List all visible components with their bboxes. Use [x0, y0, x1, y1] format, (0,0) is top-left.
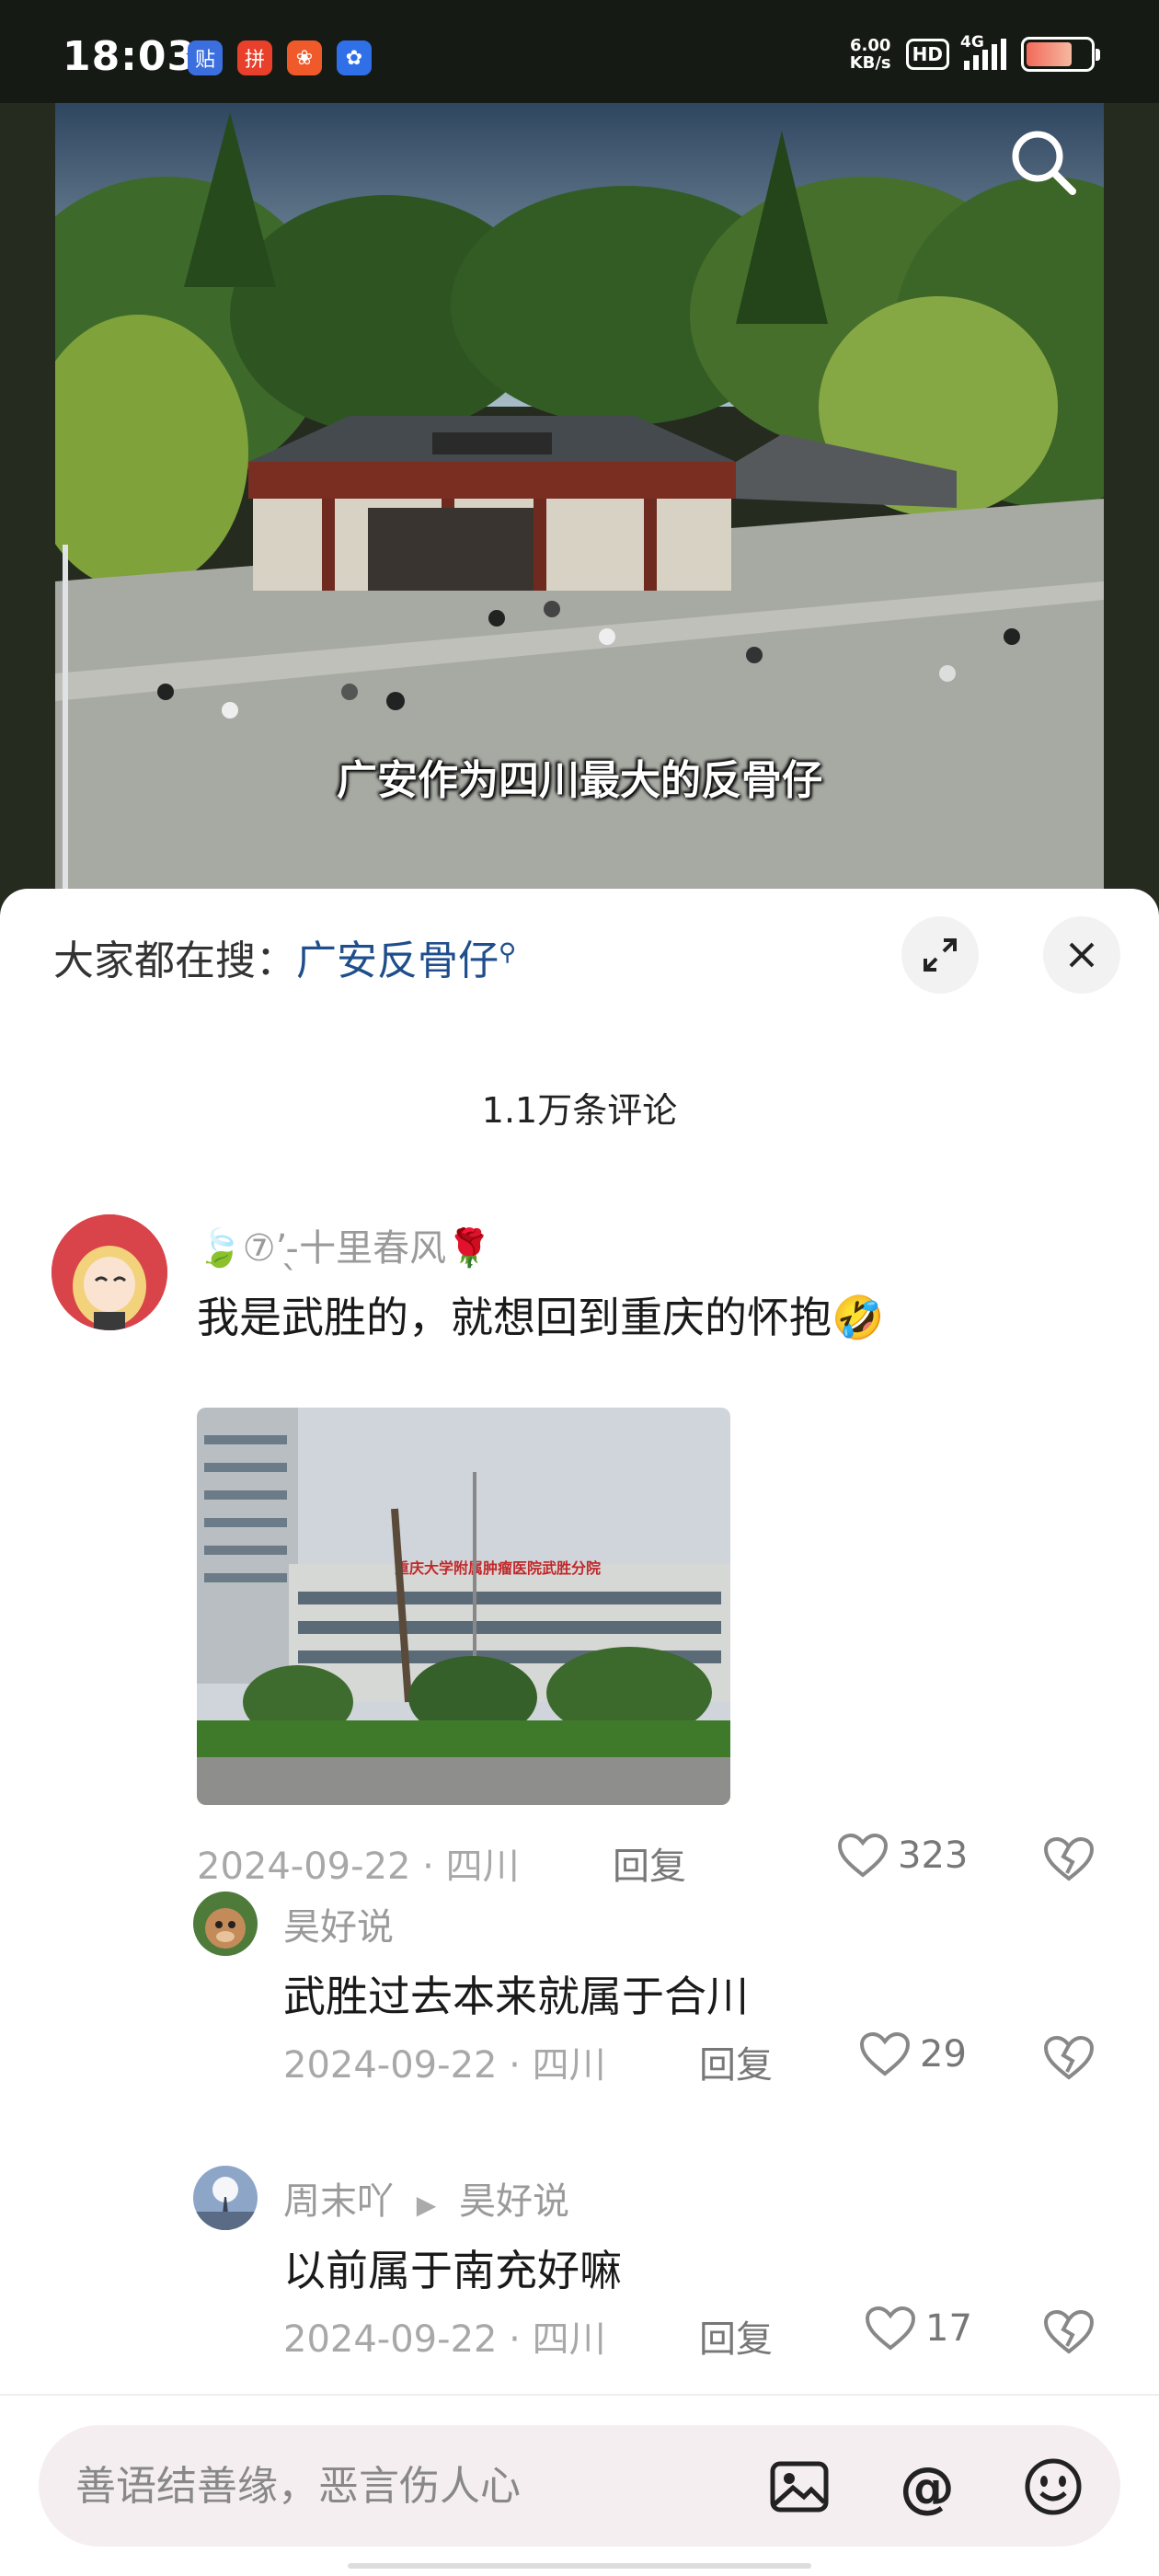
monkey-avatar-illustration	[193, 1892, 258, 1956]
image-picker-button[interactable]	[769, 2456, 830, 2517]
baidu-paw-icon: ✿	[337, 40, 372, 75]
reply-location: 四川	[532, 2044, 606, 2087]
comment-username[interactable]: 🍃⑦’ ̵̖十里春风🌹	[197, 1218, 492, 1271]
broken-heart-icon	[1043, 2035, 1095, 2080]
hospital-building-photo: 重庆大学附属肿瘤医院武胜分院	[197, 1408, 730, 1805]
road-scene-avatar-illustration	[193, 2166, 258, 2230]
net-speed-unit: KB/s	[849, 53, 891, 73]
comment-input-container[interactable]: @	[39, 2425, 1120, 2547]
signal-icon: 4G	[960, 33, 1006, 70]
trending-keyword-link[interactable]: 广安反骨仔	[296, 937, 499, 984]
comment-location: 四川	[445, 1846, 520, 1888]
reply-date: 2024-09-22	[283, 2044, 498, 2087]
comment-date: 2024-09-22	[197, 1846, 411, 1888]
app-store-icon: ❀	[287, 40, 322, 75]
net-speed-value: 6.00	[849, 36, 891, 55]
like-button[interactable]: 323	[837, 1833, 968, 1879]
comment-image[interactable]: 重庆大学附属肿瘤医院武胜分院	[197, 1408, 730, 1805]
net-speed: 6.00 KB/s	[850, 37, 891, 72]
heart-icon	[859, 2031, 911, 2076]
video-player[interactable]: 广安作为四川最大的反骨仔	[0, 103, 1159, 913]
reply-location: 四川	[532, 2318, 606, 2361]
reply-button[interactable]: 回复	[699, 2035, 773, 2088]
reply-meta: 2024-09-22 · 四川	[283, 2318, 606, 2361]
video-search-button[interactable]	[1003, 121, 1085, 204]
close-button[interactable]	[1043, 916, 1120, 994]
broken-heart-icon	[1043, 2309, 1095, 2354]
svg-text:@: @	[900, 2456, 955, 2517]
like-button[interactable]: 17	[865, 2306, 972, 2352]
network-type-label: 4G	[960, 33, 984, 52]
reply-button[interactable]: 回复	[613, 1836, 686, 1890]
like-count: 323	[898, 1834, 969, 1877]
pinduoduo-icon: 拼	[237, 40, 272, 75]
reply-username[interactable]: 周末吖	[283, 2180, 394, 2223]
close-icon	[1069, 942, 1095, 968]
reply-to-username[interactable]: 昊好说	[459, 2180, 569, 2223]
like-count: 17	[925, 2307, 972, 2350]
hospital-sign-text: 重庆大学附属肿瘤医院武胜分院	[395, 1559, 601, 1577]
broken-heart-icon	[1043, 1836, 1095, 1881]
video-subtitle: 广安作为四川最大的反骨仔	[337, 757, 822, 804]
trending-search[interactable]: 大家都在搜：广安反骨仔⚲	[53, 927, 516, 986]
battery-icon	[1021, 37, 1100, 72]
image-icon	[770, 2461, 829, 2513]
heart-icon	[837, 1833, 889, 1878]
trending-prefix: 大家都在搜：	[53, 937, 296, 984]
status-right-group: 6.00 KB/s HD 4G	[850, 33, 1100, 72]
status-time: 18:03	[63, 33, 197, 80]
comment-meta: 2024-09-22 · 四川	[197, 1846, 520, 1888]
reply-arrow-icon: ▶	[416, 2190, 437, 2220]
reply-username[interactable]: 昊好说	[283, 1897, 394, 1950]
comment-count: 1.1万条评论	[481, 1090, 678, 1131]
comment-input[interactable]	[75, 2425, 738, 2547]
home-indicator[interactable]	[348, 2563, 811, 2569]
avatar[interactable]	[193, 1892, 258, 1956]
mention-button[interactable]: @	[896, 2455, 957, 2520]
at-sign-icon: @	[900, 2455, 955, 2520]
dislike-button[interactable]	[1043, 1836, 1095, 1886]
status-bar: 18:03 贴 拼 ❀ ✿ 6.00 KB/s HD 4G	[0, 0, 1159, 103]
notification-app-icons: 贴 拼 ❀ ✿	[188, 40, 372, 75]
hd-badge: HD	[905, 39, 949, 70]
reply-text: 以前属于南充好嘛	[283, 2246, 622, 2295]
reply-username-line: 周末吖 ▶ 昊好说	[283, 2171, 569, 2225]
comment-input-bar: @	[0, 2394, 1159, 2576]
dislike-button[interactable]	[1043, 2309, 1095, 2359]
comment-text: 我是武胜的，就想回到重庆的怀抱🤣	[197, 1293, 885, 1342]
like-count: 29	[920, 2033, 967, 2076]
avatar[interactable]	[52, 1214, 167, 1330]
search-icon	[1012, 131, 1076, 195]
like-button[interactable]: 29	[859, 2031, 967, 2077]
dislike-button[interactable]	[1043, 2035, 1095, 2085]
heart-icon	[865, 2306, 916, 2351]
smiley-icon	[1025, 2458, 1082, 2515]
reply-date: 2024-09-22	[283, 2318, 498, 2361]
reply-button[interactable]: 回复	[699, 2309, 773, 2363]
search-small-icon: ⚲	[499, 938, 517, 967]
avatar[interactable]	[193, 2166, 258, 2230]
battery-level	[1027, 42, 1072, 66]
reply-text: 武胜过去本来就属于合川	[283, 1972, 749, 2021]
expand-icon	[924, 938, 957, 972]
reply-meta: 2024-09-22 · 四川	[283, 2044, 606, 2087]
tieba-icon: 贴	[188, 40, 223, 75]
expand-button[interactable]	[901, 916, 979, 994]
comment-sheet: 大家都在搜：广安反骨仔⚲ 1.1万条评论 🍃⑦’ ̵̖十里春风🌹 我是武胜的，就…	[0, 889, 1159, 2576]
anime-avatar-illustration	[52, 1214, 167, 1330]
emoji-button[interactable]	[1023, 2456, 1084, 2517]
